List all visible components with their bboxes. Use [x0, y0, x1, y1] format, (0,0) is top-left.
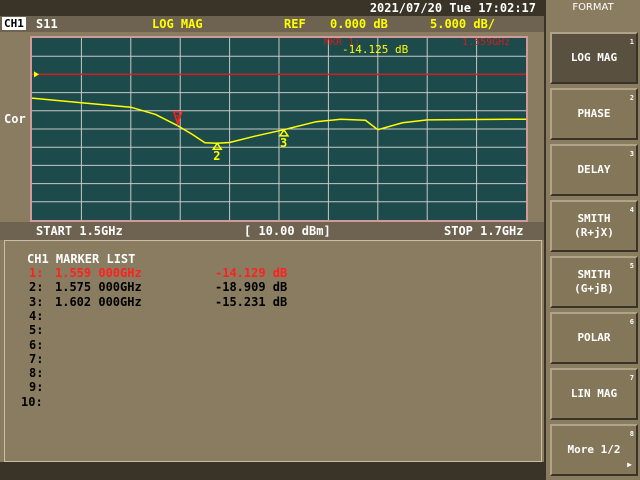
softkey-sublabel: (G+jB) — [574, 282, 614, 295]
marker-3[interactable]: 3 — [278, 128, 290, 150]
marker-frequency: 1.602 000GHz — [55, 294, 142, 309]
marker-value: -14.129 dB — [215, 266, 288, 280]
marker-readout-freq: 1.559GHz — [462, 38, 510, 48]
next-page-arrow-icon: ▶ — [627, 460, 632, 469]
softkey-smith-rjx[interactable]: SMITH (R+jX) 4 — [550, 200, 638, 252]
reference-position-icon — [34, 71, 39, 78]
softkey-label: SMITH — [577, 268, 611, 281]
format-label: LOG MAG — [152, 17, 203, 31]
softkey-label: PHASE — [577, 107, 611, 120]
softkey-label: LOG MAG — [570, 51, 618, 64]
source-power: [ 10.00 dBm] — [244, 224, 331, 238]
softkey-label: More 1/2 — [567, 443, 621, 456]
softkey-label: SMITH — [577, 212, 611, 225]
softkey-polar[interactable]: POLAR 6 — [550, 312, 638, 364]
ref-label: REF — [284, 17, 306, 31]
softkey-number: 6 — [629, 318, 634, 326]
trace-chart: 123 MKR 1: 1.559GHz -14.125 dB — [32, 38, 526, 220]
marker-number: 7: — [29, 351, 44, 366]
marker-value: -18.909 dB — [215, 280, 288, 295]
softkey-number: 3 — [629, 150, 634, 158]
softkey-lin-mag[interactable]: LIN MAG 7 — [550, 368, 638, 420]
marker-id-label: 3 — [280, 136, 287, 150]
marker-1[interactable]: 1 — [172, 111, 183, 127]
marker-frequency: 1.575 000GHz — [55, 280, 142, 295]
marker-2[interactable]: 2 — [211, 141, 223, 163]
start-freq: START 1.5GHz — [36, 224, 123, 238]
marker-list-panel: CH1 MARKER LIST 1: 1.559 000GHz -14.129 dB… — [4, 240, 542, 462]
date-time: 2021/07/20 Tue 17:02:17 — [369, 1, 536, 15]
marker-number: 1: — [29, 266, 44, 280]
softkey-number: 2 — [629, 94, 634, 102]
softkey-more-1-2[interactable]: More 1/2 8 ▶ — [550, 424, 638, 476]
marker-number: 3: — [29, 294, 44, 309]
softkey-smith-gjb[interactable]: SMITH (G+jB) 5 — [550, 256, 638, 308]
softkey-number: 4 — [629, 206, 634, 214]
softkey-number: 1 — [629, 38, 634, 46]
marker-readout-value: -14.125 dB — [342, 43, 409, 56]
softkey-panel: FORMAT LOG MAG 1 PHASE 2 DELAY 3 SMITH (R+jX) 4 S… — [544, 0, 640, 480]
bottom-bar — [0, 462, 544, 480]
softkey-sublabel: (R+jX) — [574, 226, 614, 239]
softkey-number: 7 — [629, 374, 634, 382]
trace-display[interactable]: 123 MKR 1: 1.559GHz -14.125 dB — [30, 36, 528, 222]
correction-indicator: Cor — [4, 112, 26, 126]
marker-frequency: 1.559 000GHz — [55, 266, 142, 280]
marker-id-label: 1 — [175, 114, 181, 125]
marker-list-title: CH1 MARKER LIST — [27, 252, 136, 266]
marker-number: 10: — [21, 394, 43, 409]
marker-value: -15.231 dB — [215, 294, 288, 309]
softkey-log-mag[interactable]: LOG MAG 1 — [550, 32, 638, 84]
marker-number: 5: — [29, 323, 44, 338]
ref-value: 0.000 dB — [330, 17, 388, 31]
marker-id-label: 2 — [213, 149, 220, 163]
softkey-label: LIN MAG — [570, 387, 618, 400]
softkey-label: POLAR — [577, 331, 611, 344]
sparam-label: S11 — [36, 17, 58, 31]
softkey-number: 5 — [629, 262, 634, 270]
marker-number: 4: — [29, 308, 44, 323]
softkey-phase[interactable]: PHASE 2 — [550, 88, 638, 140]
channel-label[interactable]: CH1 — [2, 17, 26, 30]
marker-number: 8: — [29, 366, 44, 381]
softkey-number: 8 — [629, 430, 634, 438]
scale-value: 5.000 dB/ — [430, 17, 496, 31]
softkey-label: DELAY — [577, 163, 611, 176]
marker-number: 9: — [29, 380, 44, 395]
softkey-delay[interactable]: DELAY 3 — [550, 144, 638, 196]
marker-number: 2: — [29, 280, 44, 295]
marker-number: 6: — [29, 337, 44, 352]
stop-freq: STOP 1.7GHz — [444, 224, 524, 238]
menu-title: FORMAT — [572, 2, 614, 13]
